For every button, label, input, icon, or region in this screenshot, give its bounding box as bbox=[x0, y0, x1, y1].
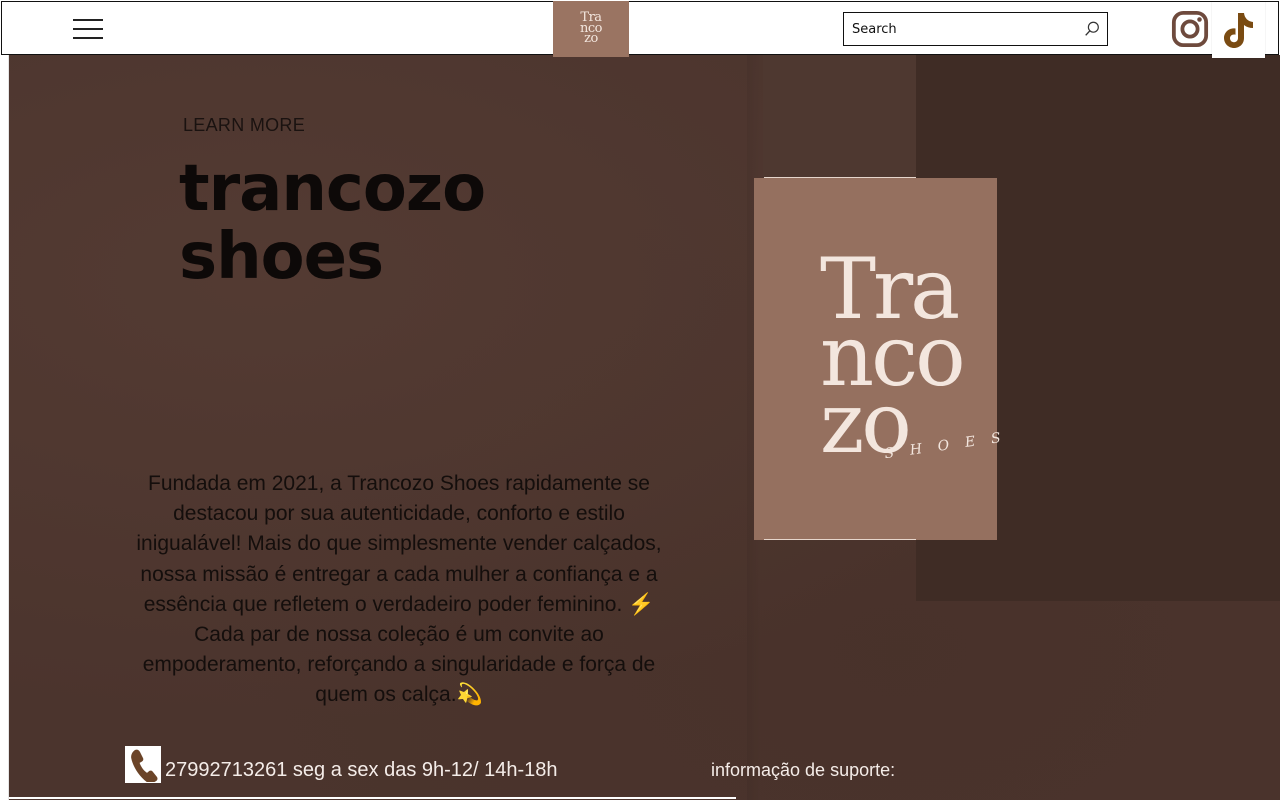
support-info-heading: informação de suporte: bbox=[711, 760, 896, 780]
phone-handset-icon bbox=[131, 749, 158, 782]
search-icon[interactable] bbox=[1083, 20, 1101, 38]
logo-wordmark-large: Tra nco zo bbox=[820, 240, 966, 473]
tiktok-link[interactable] bbox=[1212, 2, 1265, 58]
about-paragraph: Fundada em 2021, a Trancozo Shoes rapida… bbox=[136, 472, 662, 707]
instagram-link[interactable] bbox=[1168, 7, 1212, 51]
learn-more-link[interactable]: LEARN MORE bbox=[183, 115, 305, 136]
hero-section: LEARN MORE trancozo shoes Fundada em 202… bbox=[8, 55, 1280, 800]
search-box bbox=[843, 12, 1108, 46]
phone-icon[interactable] bbox=[125, 746, 161, 783]
contact-phone-hours[interactable]: 27992713261 seg a sex das 9h-12/ 14h-18h bbox=[165, 759, 558, 782]
decor-panel bbox=[763, 55, 916, 178]
divider bbox=[9, 797, 736, 799]
site-logo[interactable]: Tra nco zo bbox=[553, 1, 629, 57]
divider bbox=[764, 539, 916, 540]
tiktok-icon bbox=[1223, 13, 1253, 48]
logo-wordmark: Tra nco zo bbox=[580, 10, 602, 47]
top-navigation-bar: Tra nco zo bbox=[1, 1, 1279, 58]
hero-title: trancozo shoes bbox=[179, 152, 486, 294]
search-input[interactable] bbox=[844, 14, 1074, 44]
hamburger-menu-icon[interactable] bbox=[73, 18, 105, 42]
brand-logo-card: Tra nco zo SHOES bbox=[754, 178, 1017, 540]
instagram-icon bbox=[1171, 10, 1209, 48]
